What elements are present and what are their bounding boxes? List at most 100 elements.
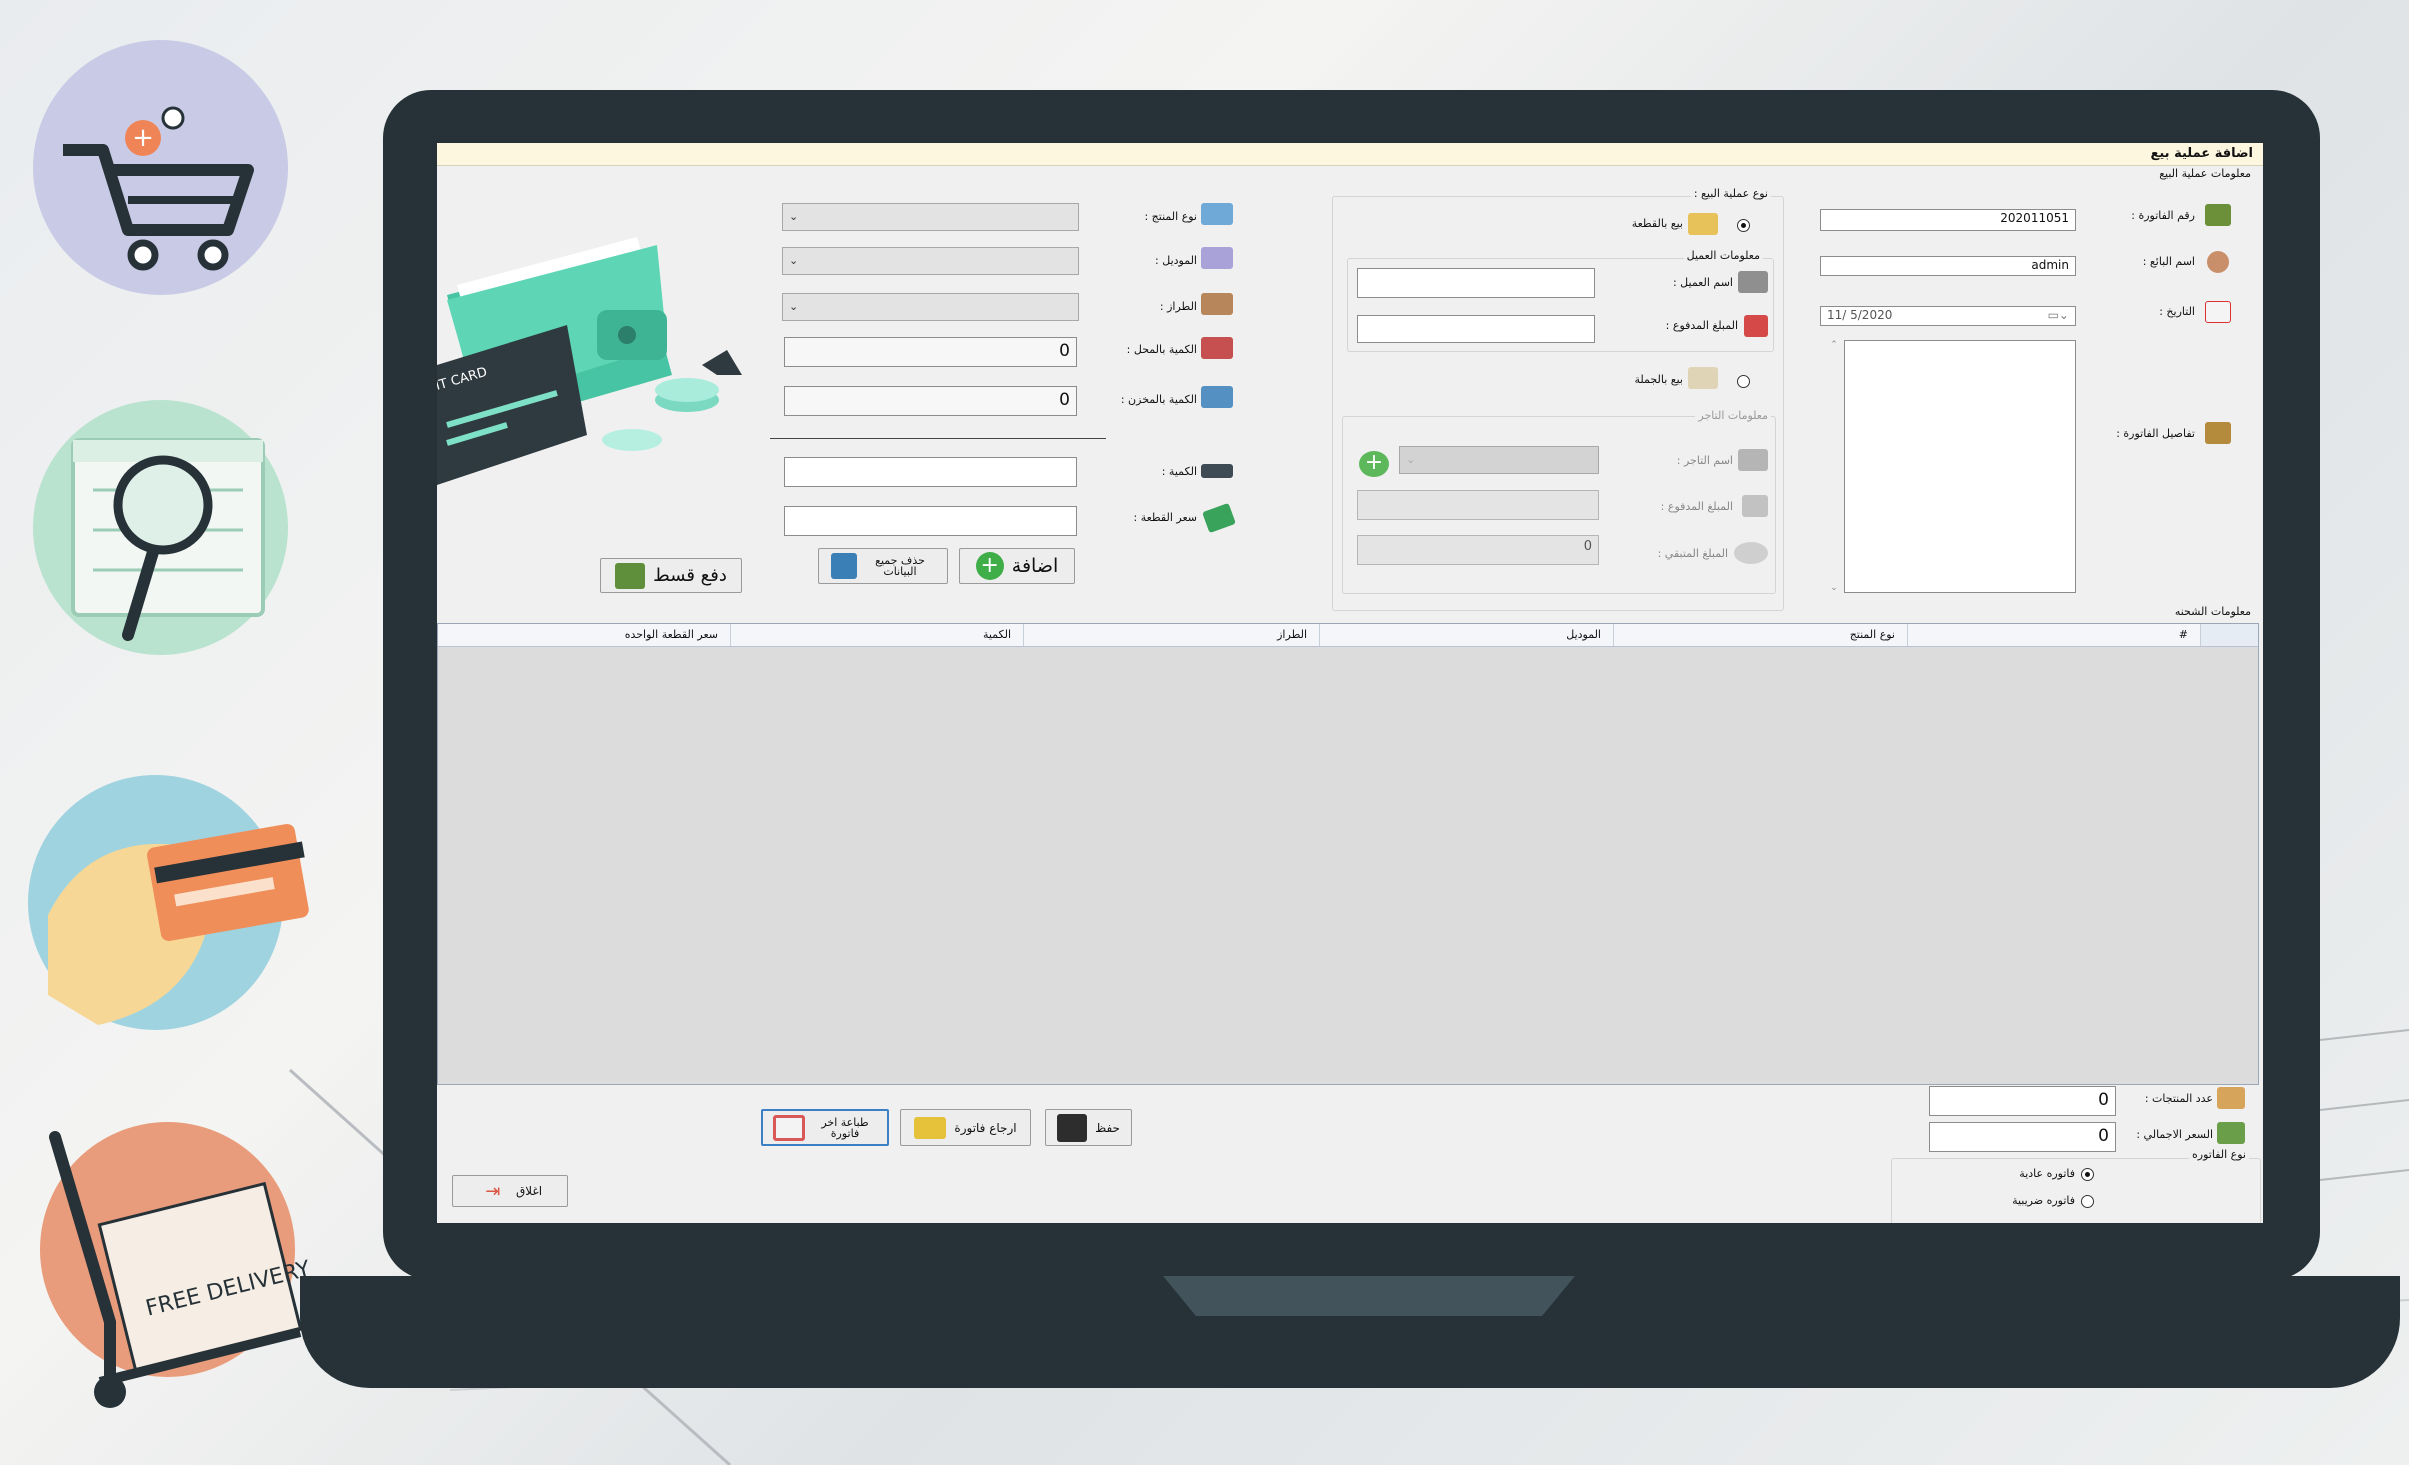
close-label: اغلاق [515, 1184, 543, 1198]
shop-qty-label: الكمية بالمحل : [1126, 343, 1197, 356]
sale-type-title: نوع عملية البيع : [1690, 187, 1771, 200]
details-scrollbar[interactable]: ⌃ ⌄ [1826, 340, 1842, 593]
shop-qty-field[interactable]: 0 [784, 337, 1077, 367]
shipment-title: معلومات الشحنه [2174, 605, 2251, 618]
boxes-icon [1688, 367, 1718, 389]
laptop-notch [1163, 1276, 1575, 1316]
merchant-info-title: معلومات التاجر [1695, 409, 1771, 422]
cash-register-icon [615, 562, 646, 589]
calendar-dropdown-icon[interactable]: ▭⌄ [2048, 308, 2069, 322]
merchant-combo[interactable]: ⌄ [1399, 446, 1599, 474]
invoice-details-icon [2205, 422, 2231, 444]
save-button[interactable]: حفظ [1045, 1109, 1132, 1146]
invoice-type-title: نوع الفاتوره [2189, 1148, 2249, 1161]
quantity-icon [1201, 464, 1233, 478]
invoice-no-label: رقم الفاتورة : [2131, 209, 2195, 222]
date-picker[interactable]: 11/ 5/2020 ▭⌄ [1820, 306, 2076, 326]
per-piece-label: بيع بالقطعة [1631, 217, 1683, 230]
trash-icon [831, 553, 857, 579]
customer-icon [1738, 271, 1768, 293]
save-label: حفظ [1095, 1120, 1120, 1135]
scroll-down-icon[interactable]: ⌄ [1826, 583, 1842, 593]
paid-amount-field[interactable] [1357, 315, 1595, 343]
quantity-label: الكمية : [1161, 465, 1197, 478]
invoice-details-textarea[interactable] [1844, 340, 2076, 593]
merchant-bill-icon [1742, 495, 1768, 517]
calendar-icon [2205, 301, 2231, 323]
style-icon [1201, 293, 1233, 315]
remaining-label: المبلغ المتبقي : [1657, 547, 1728, 560]
grid-corner[interactable] [2200, 624, 2258, 646]
price-tag-icon [1202, 502, 1236, 534]
svg-text:+: + [132, 123, 154, 153]
count-field[interactable]: 0 [1929, 1086, 2116, 1116]
invoice-no-field[interactable]: 202011051 [1820, 209, 2076, 231]
merchant-paid-field[interactable] [1357, 490, 1599, 520]
col-number[interactable]: # [1907, 624, 2200, 646]
chevron-down-icon: ⌄ [1406, 453, 1416, 466]
model-icon [1201, 247, 1233, 269]
seller-field[interactable]: admin [1820, 256, 2076, 276]
col-unit-price[interactable]: سعر القطعة الواحده [444, 624, 730, 646]
delivery-box-icon: FREE DELIVERY [49, 1131, 313, 1408]
count-label: عدد المنتجات : [2144, 1092, 2213, 1105]
chevron-down-icon: ⌄ [789, 300, 799, 313]
price-label: سعر القطعة : [1133, 511, 1198, 524]
add-merchant-icon[interactable]: + [1359, 451, 1389, 477]
magnifier-icon [71, 438, 265, 641]
product-type-combo[interactable]: ⌄ [782, 203, 1079, 231]
total-field[interactable]: 0 [1929, 1122, 2116, 1152]
per-piece-radio[interactable] [1737, 219, 1750, 232]
store-qty-label: الكمية بالمخزن : [1120, 393, 1197, 406]
products-count-icon [2217, 1087, 2245, 1109]
col-model[interactable]: الموديل [1319, 624, 1613, 646]
add-button[interactable]: اضافة + [959, 548, 1075, 584]
installment-label: دفع قسط [653, 565, 727, 586]
merchant-icon [1738, 449, 1768, 471]
delivery-circle: FREE DELIVERY [40, 1122, 313, 1408]
normal-invoice-label: فاتوره عادية [2019, 1167, 2075, 1180]
printer-icon [773, 1114, 805, 1141]
seller-label: اسم البائع : [2142, 255, 2195, 268]
model-label: الموديل : [1155, 254, 1197, 267]
card-circle [28, 775, 309, 1030]
close-button[interactable]: اغلاق ⇥ [452, 1175, 568, 1207]
sale-info-title: معلومات عملية البيع [2159, 167, 2251, 180]
add-icon: + [975, 552, 1004, 580]
product-type-label: نوع المنتج : [1144, 210, 1197, 223]
paid-amount-label: المبلغ المدفوع : [1665, 319, 1738, 332]
box-icon [1688, 213, 1718, 235]
quantity-field[interactable] [784, 457, 1077, 487]
price-field[interactable] [784, 506, 1077, 536]
chevron-down-icon: ⌄ [789, 210, 799, 223]
floppy-disk-icon [1057, 1113, 1088, 1142]
model-combo[interactable]: ⌄ [782, 247, 1079, 275]
installment-button[interactable]: دفع قسط [600, 558, 742, 593]
money-bill-icon [1744, 315, 1768, 337]
exit-door-icon: ⇥ [485, 1180, 501, 1202]
col-quantity[interactable]: الكمية [730, 624, 1023, 646]
style-combo[interactable]: ⌄ [782, 293, 1079, 321]
print-last-invoice-button[interactable]: طباعة اخر فاتورة [761, 1109, 889, 1146]
scroll-up-icon[interactable]: ⌃ [1826, 340, 1842, 350]
col-product-type[interactable]: نوع المنتج [1613, 624, 1907, 646]
date-value: 11/ 5/2020 [1827, 308, 1893, 322]
money-bag-icon [2217, 1122, 2245, 1144]
customer-name-label: اسم العميل : [1672, 276, 1733, 289]
title-bar: اضافة عملية بيع [437, 143, 2263, 166]
wholesale-radio[interactable] [1737, 375, 1750, 388]
customer-name-field[interactable] [1357, 268, 1595, 298]
sales-window: اضافة عملية بيع معلومات عملية البيع رقم … [437, 143, 2263, 1223]
return-invoice-button[interactable]: ارجاع فاتورة [900, 1109, 1031, 1146]
delete-all-button[interactable]: حذف جميع البيانات [818, 548, 948, 584]
style-label: الطراز : [1159, 300, 1197, 313]
col-style[interactable]: الطراز [1023, 624, 1319, 646]
remaining-field[interactable]: 0 [1357, 535, 1599, 565]
tax-invoice-radio[interactable] [2081, 1195, 2094, 1208]
print-last-label: طباعة اخر فاتورة [821, 1115, 869, 1140]
shipment-grid[interactable]: # نوع المنتج الموديل الطراز الكمية سعر ا… [437, 623, 2259, 1085]
shopping-cart-icon: + [63, 106, 254, 271]
normal-invoice-radio[interactable] [2081, 1168, 2094, 1181]
merchant-name-label: اسم التاجر : [1676, 454, 1733, 467]
store-qty-field[interactable]: 0 [784, 386, 1077, 416]
